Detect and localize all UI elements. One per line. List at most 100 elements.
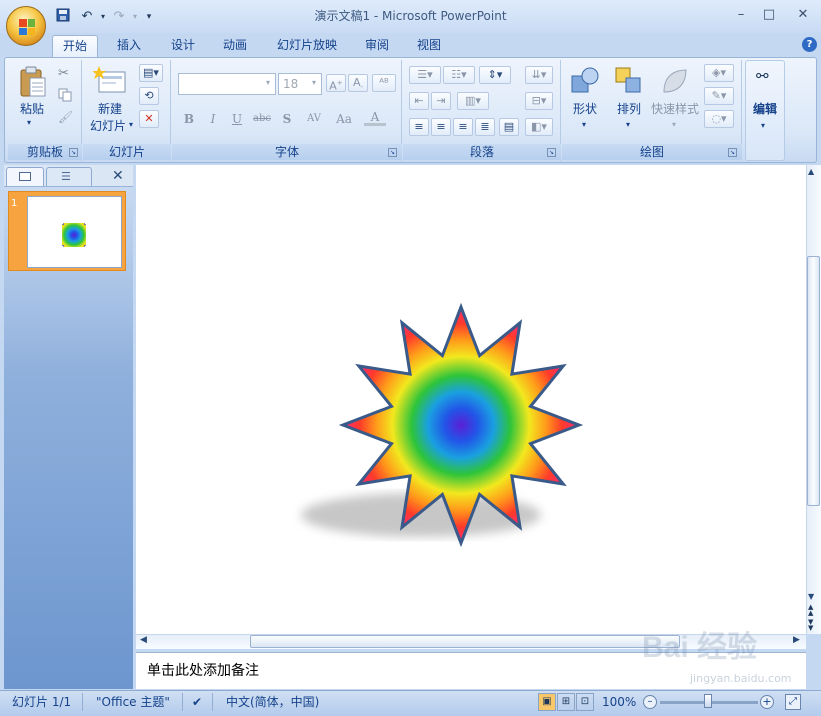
arrange-button[interactable]: 排列 xyxy=(608,101,650,117)
cut-icon[interactable]: ✂ xyxy=(58,66,69,81)
tab-design[interactable]: 设计 xyxy=(160,35,206,57)
font-launcher-icon[interactable]: ↘ xyxy=(388,148,397,157)
slideshow-view-icon[interactable]: ⊡ xyxy=(576,693,594,711)
distribute-icon[interactable]: ▤ xyxy=(499,118,519,136)
tab-review[interactable]: 审阅 xyxy=(354,35,400,57)
vertical-scroll-thumb[interactable] xyxy=(807,256,820,506)
zoom-in-icon[interactable]: + xyxy=(760,695,774,709)
paste-icon[interactable] xyxy=(18,66,48,98)
group-editing[interactable]: ⚯ 编辑 ▾ xyxy=(745,60,785,161)
bullets-icon[interactable]: ☰▾ xyxy=(409,66,441,84)
delete-slide-icon[interactable]: ✕ xyxy=(139,110,159,128)
change-case-button[interactable]: Aa xyxy=(330,110,358,128)
italic-button[interactable]: I xyxy=(202,110,224,128)
zoom-level[interactable]: 100% xyxy=(602,694,636,710)
bold-button[interactable]: B xyxy=(178,110,200,128)
justify-icon[interactable]: ≣ xyxy=(475,118,495,136)
shape-fill-icon[interactable]: ◈▾ xyxy=(704,64,734,82)
decrease-indent-icon[interactable]: ⇤ xyxy=(409,92,429,110)
minimize-button[interactable]: – xyxy=(728,6,754,24)
slide-thumb-icon xyxy=(19,172,31,181)
clear-format-icon[interactable]: ᴬᴮ xyxy=(372,74,396,92)
arrange-dropdown-icon[interactable]: ▾ xyxy=(626,120,630,129)
maximize-button[interactable]: □ xyxy=(756,6,782,24)
font-color-button[interactable]: A xyxy=(364,108,386,126)
paste-button[interactable]: 粘贴 xyxy=(12,101,52,117)
strikethrough-button[interactable]: abc xyxy=(250,110,274,128)
zoom-slider-thumb[interactable] xyxy=(704,694,712,708)
prev-slide-icon[interactable]: ▲ ▲ xyxy=(808,604,813,617)
zoom-out-icon[interactable]: – xyxy=(643,695,657,709)
format-painter-icon[interactable]: 🖌 xyxy=(58,110,73,124)
slide-canvas[interactable] xyxy=(136,165,806,634)
shapes-dropdown-icon[interactable]: ▾ xyxy=(582,120,586,129)
shape-outline-icon[interactable]: ✎▾ xyxy=(704,87,734,105)
new-slide-dropdown-icon[interactable]: ▾ xyxy=(129,120,133,129)
grow-font-icon[interactable]: A+ xyxy=(326,74,346,93)
next-slide-icon[interactable]: ▼ ▼ xyxy=(808,619,813,632)
paste-dropdown-icon[interactable]: ▾ xyxy=(27,118,31,127)
new-slide-icon[interactable] xyxy=(92,66,127,96)
tab-slides-thumbnails[interactable] xyxy=(6,167,44,186)
tab-outline[interactable]: ☰ xyxy=(46,167,92,186)
new-slide-label-1[interactable]: 新建 xyxy=(87,101,133,117)
tab-animations[interactable]: 动画 xyxy=(212,35,258,57)
tab-home[interactable]: 开始 xyxy=(52,35,98,57)
status-separator xyxy=(82,693,83,711)
shape-effects-icon[interactable]: ◌▾ xyxy=(704,110,734,128)
clipboard-launcher-icon[interactable]: ↘ xyxy=(69,148,78,157)
fit-to-window-icon[interactable]: ⤢ xyxy=(785,694,801,710)
arrange-icon[interactable] xyxy=(614,66,644,96)
align-text-icon[interactable]: ⊟▾ xyxy=(525,92,553,110)
quick-styles-dropdown-icon[interactable]: ▾ xyxy=(672,120,676,129)
tab-slideshow[interactable]: 幻灯片放映 xyxy=(268,35,346,57)
tab-view[interactable]: 视图 xyxy=(406,35,452,57)
slide-sorter-icon[interactable]: ⊞ xyxy=(557,693,575,711)
numbering-icon[interactable]: ☷▾ xyxy=(443,66,475,84)
normal-view-icon[interactable]: ▣ xyxy=(538,693,556,711)
line-spacing-icon[interactable]: ⇕▾ xyxy=(479,66,511,84)
tab-insert[interactable]: 插入 xyxy=(106,35,152,57)
paragraph-launcher-icon[interactable]: ↘ xyxy=(547,148,556,157)
shrink-font-icon[interactable]: A- xyxy=(348,74,368,92)
slide-count: 幻灯片 1/1 xyxy=(12,695,72,709)
char-spacing-button[interactable]: AV xyxy=(300,110,328,128)
new-slide-label-2[interactable]: 幻灯片 xyxy=(83,118,133,134)
language[interactable]: 中文(简体，中国) xyxy=(226,694,319,710)
scroll-right-icon[interactable]: ▶ xyxy=(793,635,800,645)
copy-icon[interactable] xyxy=(58,88,72,102)
layout-icon[interactable]: ▤▾ xyxy=(139,64,163,82)
editing-button: 编辑 xyxy=(752,102,777,116)
drawing-launcher-icon[interactable]: ↘ xyxy=(728,148,737,157)
reset-slide-icon[interactable]: ⟲ xyxy=(139,87,159,105)
scroll-left-icon[interactable]: ◀ xyxy=(140,635,147,645)
text-direction-icon[interactable]: ⇊▾ xyxy=(525,66,553,84)
scroll-down-icon[interactable]: ▼ xyxy=(808,592,814,601)
close-button[interactable]: ✕ xyxy=(790,6,816,24)
scroll-up-icon[interactable]: ▲ xyxy=(808,167,814,176)
quick-styles-button[interactable]: 快速样式 xyxy=(650,101,700,117)
align-right-icon[interactable]: ≡ xyxy=(453,118,473,136)
help-icon[interactable]: ? xyxy=(802,37,817,52)
shapes-button[interactable]: 形状 xyxy=(564,101,606,117)
close-panel-icon[interactable]: ✕ xyxy=(112,168,124,184)
align-left-icon[interactable]: ≡ xyxy=(409,118,429,136)
underline-button[interactable]: U xyxy=(226,110,248,128)
font-group-label: 字体 xyxy=(172,144,402,160)
shadow-button[interactable]: S xyxy=(276,110,298,128)
increase-indent-icon[interactable]: ⇥ xyxy=(431,92,451,110)
horizontal-scroll-thumb[interactable] xyxy=(250,635,680,648)
slide-thumbnail[interactable] xyxy=(27,196,122,268)
theme-name[interactable]: "Office 主题" xyxy=(96,694,170,710)
spellcheck-icon[interactable]: ✔ xyxy=(192,694,202,710)
office-button[interactable] xyxy=(6,6,46,46)
columns-icon[interactable]: ▥▾ xyxy=(457,92,489,110)
font-name-dropdown-icon[interactable]: ▾ xyxy=(266,78,270,87)
font-name-combo[interactable] xyxy=(178,73,276,95)
smartart-icon[interactable]: ◧▾ xyxy=(525,118,553,136)
font-size-dropdown-icon[interactable]: ▾ xyxy=(312,78,316,87)
quick-styles-icon[interactable] xyxy=(660,66,690,96)
notes-placeholder[interactable]: 单击此处添加备注 xyxy=(147,660,259,680)
align-center-icon[interactable]: ≡ xyxy=(431,118,451,136)
shapes-icon[interactable] xyxy=(570,66,600,96)
